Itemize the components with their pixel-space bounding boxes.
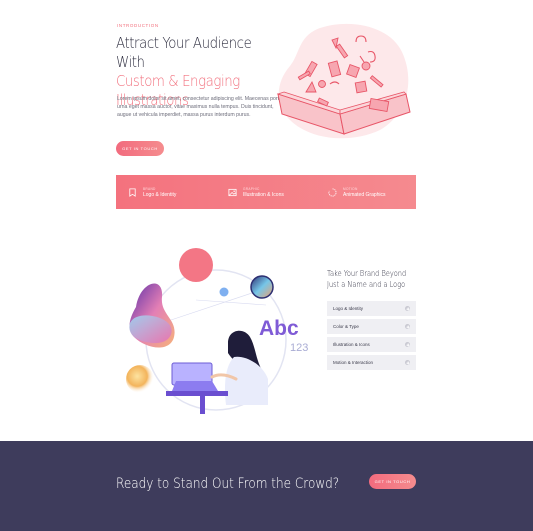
plus-icon [405,360,410,365]
cta-headline: Ready to Stand Out From the Crowd? [116,476,340,492]
accordion-logo-identity[interactable]: Logo & Identity [327,301,416,316]
feature-illustration-icons: GRAPHIC Illustration & Icons [216,187,316,198]
feature-label: Illustration & Icons [243,191,284,198]
hero-title-line1: Attract Your Audience With [116,34,252,71]
bookmark-icon [129,187,136,197]
accordion-label: Color & Type [333,324,359,329]
hero-title-line2: Custom & Engaging [116,72,240,90]
accordion-color-type[interactable]: Color & Type [327,319,416,334]
accordion-label: Motion & Interaction [333,360,374,365]
loader-icon [328,187,337,196]
feature-label: Logo & Identity [143,191,177,198]
eyebrow-label: INTRODUCTION [117,23,159,28]
services-title: Take Your Brand Beyond Just a Name and a… [327,269,407,289]
accordion-illustration-icons[interactable]: Illustration & Icons [327,337,416,352]
get-in-touch-button[interactable]: GET IN TOUCH [116,141,164,156]
feature-overline: MOTION [343,186,358,191]
accordion-motion-interaction[interactable]: Motion & Interaction [327,355,416,370]
feature-logo-identity: BRAND Logo & Identity [116,187,216,198]
feature-label: Animated Graphics [343,191,386,198]
hero-body-text: Lorem ipsum dolor sit amet, consectetur … [117,96,282,119]
plus-icon [405,306,410,311]
book-illustration [276,23,411,139]
feature-overline: BRAND [143,186,156,191]
feature-overline: GRAPHIC [243,186,260,191]
cta-get-in-touch-button[interactable]: GET IN TOUCH [369,474,416,489]
feature-bar: BRAND Logo & Identity GRAPHIC Illustrati… [116,175,416,209]
abc-label: Abc [259,317,299,340]
cta-section: Ready to Stand Out From the Crowd? GET I… [0,441,533,531]
number-label: 123 [290,342,308,354]
plus-icon [405,324,410,329]
accordion-label: Illustration & Icons [333,342,370,347]
image-icon [228,188,237,196]
feature-animated-graphics: MOTION Animated Graphics [316,187,416,198]
accordion-label: Logo & Identity [333,306,364,311]
plus-icon [405,342,410,347]
designer-illustration: Abc 123 [126,248,308,414]
